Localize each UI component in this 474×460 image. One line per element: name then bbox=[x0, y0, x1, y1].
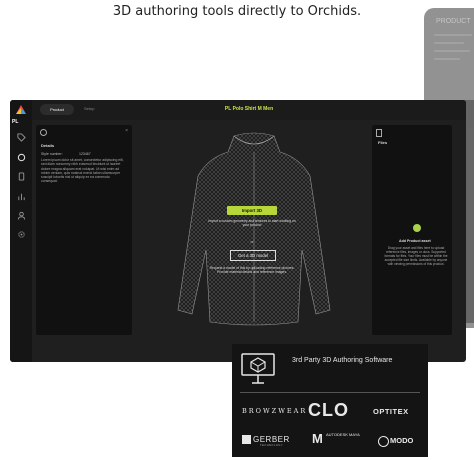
top-bar: Product Setup PL Polo Shirt M Men bbox=[32, 100, 466, 120]
background-line bbox=[434, 58, 460, 60]
caption: 3D authoring tools directly to Orchids. bbox=[112, 4, 362, 19]
gerber-logo: GERBER bbox=[253, 435, 290, 444]
files-panel: Files Add Product asset Drag your asset … bbox=[372, 125, 452, 335]
autodesk-maya-icon: M bbox=[312, 431, 323, 446]
autodesk-maya-logo: AUTODESK MAYA bbox=[326, 432, 360, 437]
org-label[interactable]: PL bbox=[12, 119, 18, 125]
background-line bbox=[434, 50, 470, 52]
file-icon bbox=[376, 129, 382, 137]
app-window: PL Product Setup PL Polo Shirt M Men × D… bbox=[10, 100, 466, 362]
details-panel: × Details Style number: 123467 Lorem ips… bbox=[36, 125, 132, 335]
files-title: Files bbox=[378, 140, 388, 145]
modo-logo: MODO bbox=[390, 436, 414, 445]
product-title: PL Polo Shirt M Men bbox=[224, 106, 274, 112]
partner-card-title: 3rd Party 3D Authoring Software bbox=[292, 357, 393, 364]
details-panel-header: × bbox=[40, 128, 128, 137]
optitex-logo: OPTITEX bbox=[373, 407, 409, 416]
add-asset-text: Drag your asset and files here to upload… bbox=[384, 246, 448, 266]
import-description: Import a custom geometry and textures to… bbox=[208, 219, 296, 228]
clo-logo: CLO bbox=[308, 400, 349, 420]
style-number-value: 123467 bbox=[79, 152, 91, 156]
chart-icon[interactable] bbox=[15, 190, 27, 202]
settings-icon[interactable] bbox=[15, 228, 27, 240]
sidebar: PL bbox=[10, 100, 32, 362]
user-icon[interactable] bbox=[15, 209, 27, 221]
browzwear-logo: BROWZWEAR bbox=[242, 407, 308, 415]
background-line bbox=[434, 42, 464, 44]
logo-icon[interactable] bbox=[15, 104, 27, 116]
gerber-subtitle: TECHNOLOGY bbox=[260, 444, 284, 447]
request-description: Request a model of this by uploading ref… bbox=[209, 266, 295, 275]
sliders-icon[interactable] bbox=[15, 151, 27, 163]
computer-icon bbox=[241, 353, 275, 384]
info-icon bbox=[40, 129, 47, 136]
thread-icon[interactable] bbox=[15, 170, 27, 182]
add-asset-icon[interactable] bbox=[413, 224, 421, 232]
tag-icon[interactable] bbox=[15, 131, 27, 143]
divider bbox=[240, 392, 420, 393]
get-3d-model-button[interactable]: Get a 3D model bbox=[230, 250, 276, 261]
modo-icon bbox=[378, 436, 389, 447]
close-icon[interactable]: × bbox=[125, 128, 128, 134]
style-number-label: Style number: bbox=[41, 152, 63, 156]
background-line bbox=[434, 34, 472, 36]
or-separator: or bbox=[250, 240, 254, 244]
gerber-icon bbox=[242, 435, 251, 444]
jacket-wireframe bbox=[177, 132, 331, 326]
details-title: Details bbox=[41, 143, 55, 148]
add-asset-title: Add Product asset bbox=[399, 239, 431, 243]
background-window-title: PRODUCT bbox=[436, 18, 471, 25]
partner-card: 3rd Party 3D Authoring Software BROWZWEA… bbox=[232, 344, 428, 457]
details-description: Lorem ipsum dolor sit amet, consectetur … bbox=[41, 158, 124, 184]
import-3d-button[interactable]: Import 3D bbox=[227, 206, 277, 215]
